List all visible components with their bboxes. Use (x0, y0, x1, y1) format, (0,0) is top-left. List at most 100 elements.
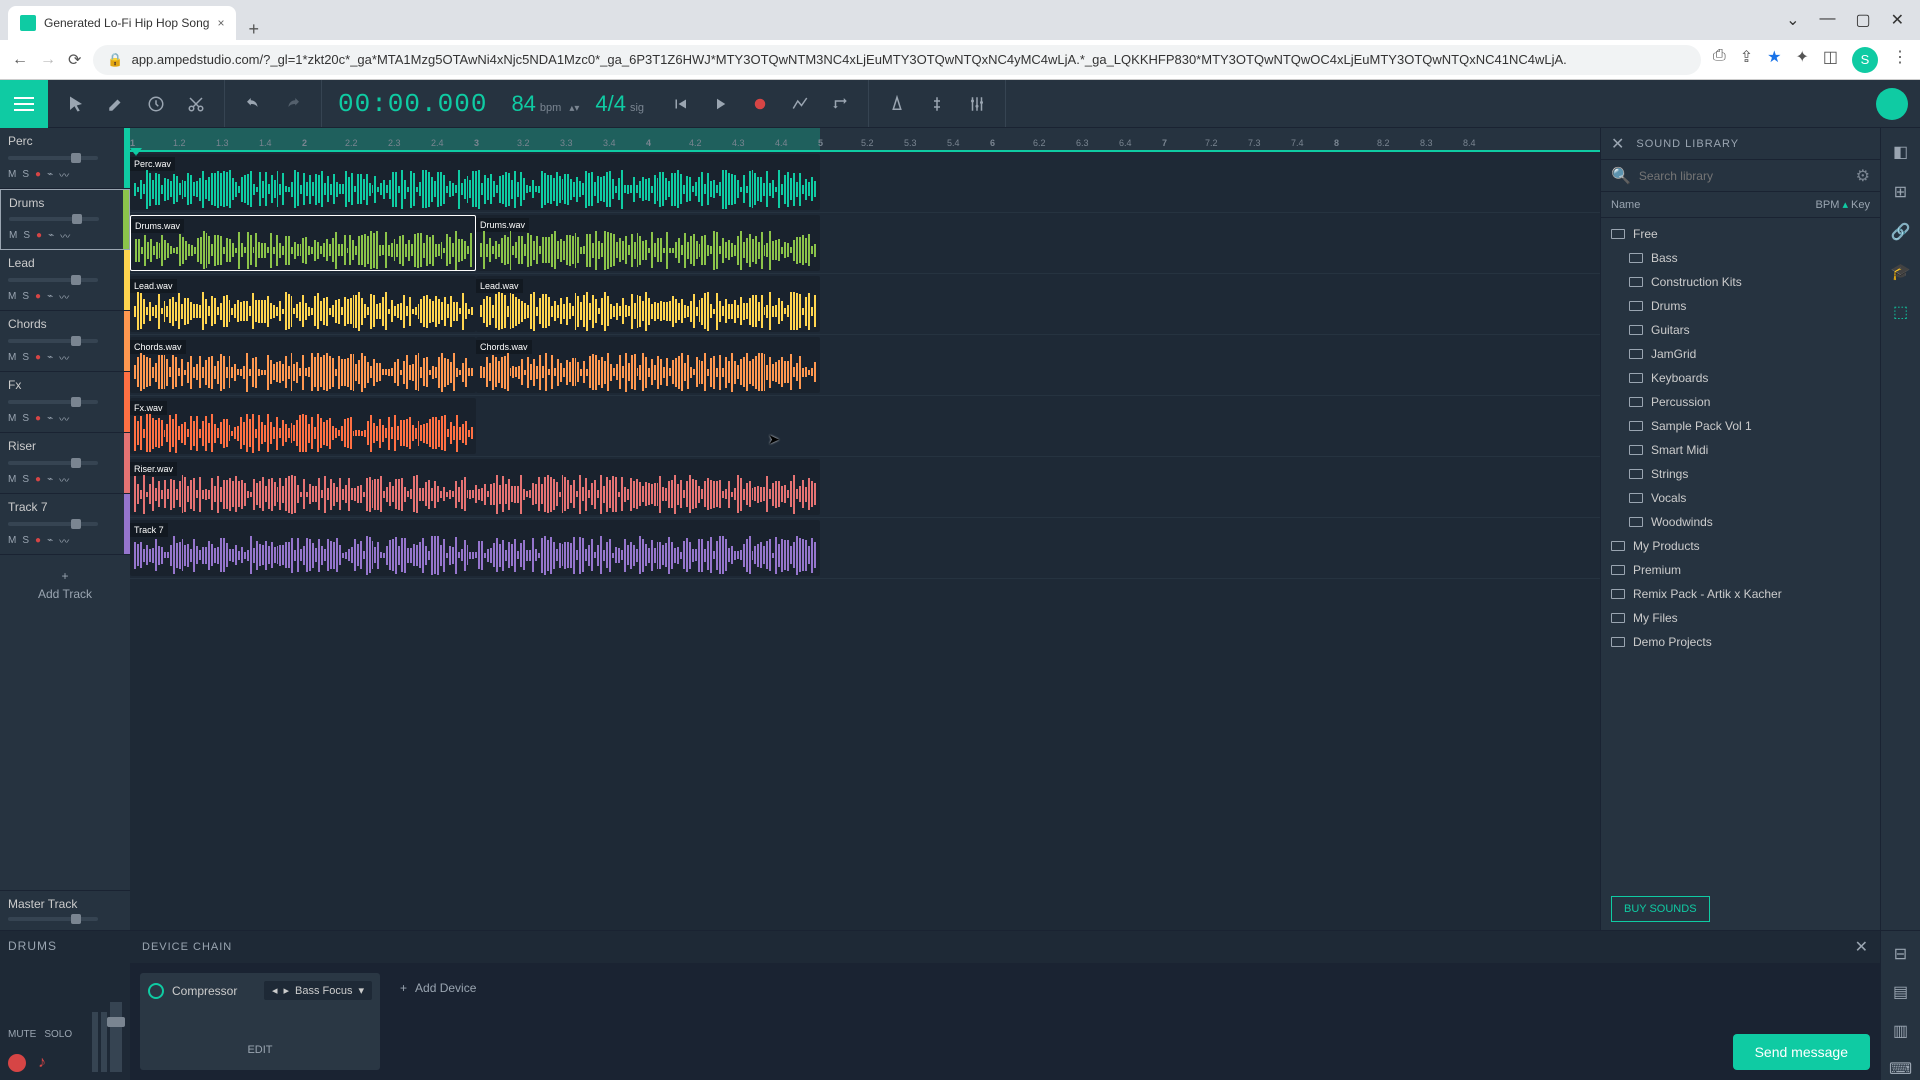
record-arm-icon[interactable]: ● (35, 413, 41, 424)
time-signature-display[interactable]: 4/4 sig (587, 91, 652, 117)
track-volume-slider[interactable] (8, 522, 98, 526)
device-preset-dropdown[interactable]: ◂ ▸ Bass Focus ▾ (264, 981, 372, 1000)
metronome-icon[interactable] (881, 88, 913, 120)
audio-clip[interactable]: Track 7 (130, 520, 820, 576)
audio-clip[interactable]: Lead.wav (130, 276, 476, 332)
volume-fader[interactable] (110, 1002, 122, 1072)
undo-button[interactable] (237, 88, 269, 120)
buy-sounds-button[interactable]: BUY SOUNDS (1611, 896, 1710, 922)
solo-button[interactable]: S (22, 413, 29, 424)
library-folder[interactable]: Bass (1601, 246, 1880, 270)
next-preset-icon[interactable]: ▸ (283, 984, 289, 997)
track-automation-icon[interactable]: 〰 (59, 167, 69, 182)
rail-library-icon[interactable]: ◧ (1889, 140, 1913, 164)
record-arm-icon[interactable]: ● (35, 474, 41, 485)
forward-icon[interactable]: → (40, 51, 56, 69)
automation-icon[interactable]: ⌁ (47, 535, 53, 546)
track-header[interactable]: Chords M S ● ⌁ 〰 (0, 311, 130, 372)
chevron-down-icon[interactable]: ▾ (358, 984, 364, 997)
track-volume-slider[interactable] (9, 217, 99, 221)
track-lane[interactable]: Riser.wav (130, 457, 1600, 518)
track-lane[interactable]: Drums.wavDrums.wav (130, 213, 1600, 274)
track-header[interactable]: Fx M S ● ⌁ 〰 (0, 372, 130, 433)
record-arm-icon[interactable]: ● (35, 169, 41, 180)
reload-icon[interactable]: ⟳ (68, 50, 81, 70)
rail-devices-icon[interactable]: ⊟ (1889, 943, 1913, 965)
mute-button[interactable]: M (8, 169, 16, 180)
library-folder[interactable]: Construction Kits (1601, 270, 1880, 294)
track-automation-icon[interactable]: 〰 (59, 472, 69, 487)
library-folder[interactable]: Sample Pack Vol 1 (1601, 414, 1880, 438)
library-folder[interactable]: Smart Midi (1601, 438, 1880, 462)
address-bar[interactable]: 🔒 app.ampedstudio.com/?_gl=1*zkt20c*_ga*… (93, 45, 1701, 75)
user-avatar[interactable] (1876, 88, 1908, 120)
library-folder[interactable]: Remix Pack - Artik x Kacher (1601, 582, 1880, 606)
record-arm-icon[interactable]: ● (35, 535, 41, 546)
track-lane[interactable]: Perc.wav (130, 152, 1600, 213)
audio-clip[interactable]: Perc.wav (130, 154, 820, 210)
mixer-icon[interactable] (961, 88, 993, 120)
solo-button[interactable]: S (22, 169, 29, 180)
automation-icon[interactable]: ⌁ (47, 474, 53, 485)
library-folder[interactable]: JamGrid (1601, 342, 1880, 366)
add-device-button[interactable]: + Add Device (392, 973, 484, 1003)
device-power-icon[interactable] (148, 983, 164, 999)
rail-editor-icon[interactable]: ▤ (1889, 981, 1913, 1003)
pencil-tool[interactable] (100, 88, 132, 120)
time-display[interactable]: 00:00.000 (322, 89, 503, 119)
add-track-button[interactable]: +Add Track (0, 555, 130, 615)
share-icon[interactable]: ⇪ (1740, 47, 1753, 73)
library-folder[interactable]: Percussion (1601, 390, 1880, 414)
library-folder[interactable]: Keyboards (1601, 366, 1880, 390)
master-volume-slider[interactable] (8, 917, 98, 921)
track-volume-slider[interactable] (8, 400, 98, 404)
library-folder[interactable]: Vocals (1601, 486, 1880, 510)
track-volume-slider[interactable] (8, 278, 98, 282)
play-button[interactable] (704, 88, 736, 120)
new-tab-button[interactable]: + (236, 19, 271, 40)
solo-button[interactable]: S (22, 474, 29, 485)
library-search-input[interactable] (1639, 169, 1848, 183)
library-folder[interactable]: Woodwinds (1601, 510, 1880, 534)
side-panel-icon[interactable]: ◫ (1823, 47, 1838, 73)
track-automation-icon[interactable]: 〰 (59, 289, 69, 304)
automation-icon[interactable]: ⌁ (47, 169, 53, 180)
bookmark-icon[interactable]: ★ (1767, 47, 1781, 73)
back-icon[interactable]: ← (12, 51, 28, 69)
track-automation-icon[interactable]: 〰 (59, 350, 69, 365)
send-message-button[interactable]: Send message (1733, 1034, 1870, 1070)
timeline-ruler[interactable]: 11.21.31.422.22.32.433.23.33.444.24.34.4… (130, 128, 1600, 152)
main-menu-button[interactable] (0, 80, 48, 128)
pointer-tool[interactable] (60, 88, 92, 120)
track-lane[interactable]: Fx.wav (130, 396, 1600, 457)
cut-tool[interactable] (180, 88, 212, 120)
translate-icon[interactable]: ⎙ (1713, 47, 1726, 73)
mute-button[interactable]: M (8, 535, 16, 546)
minimize-icon[interactable]: — (1819, 10, 1835, 30)
track-header[interactable]: Perc M S ● ⌁ 〰 (0, 128, 130, 189)
solo-button[interactable]: S (22, 291, 29, 302)
chevron-down-icon[interactable]: ⌄ (1786, 10, 1799, 30)
library-folder[interactable]: Strings (1601, 462, 1880, 486)
record-arm-icon[interactable]: ● (35, 291, 41, 302)
library-folder[interactable]: Drums (1601, 294, 1880, 318)
record-button[interactable] (744, 88, 776, 120)
audio-clip[interactable]: Drums.wav (476, 215, 820, 271)
track-volume-slider[interactable] (8, 461, 98, 465)
track-lane[interactable]: Chords.wavChords.wav (130, 335, 1600, 396)
library-folder[interactable]: My Files (1601, 606, 1880, 630)
audio-clip[interactable]: Chords.wav (476, 337, 820, 393)
rail-grid-icon[interactable]: ⊞ (1889, 180, 1913, 204)
device-compressor[interactable]: Compressor ◂ ▸ Bass Focus ▾ EDIT (140, 973, 380, 1070)
track-automation-icon[interactable]: 〰 (60, 228, 70, 243)
automation-icon[interactable]: ⌁ (48, 230, 54, 241)
time-tool[interactable] (140, 88, 172, 120)
track-header[interactable]: Track 7 M S ● ⌁ 〰 (0, 494, 130, 555)
automation-icon[interactable] (784, 88, 816, 120)
record-arm-icon[interactable] (8, 1054, 26, 1072)
close-library-button[interactable]: ✕ (1611, 134, 1624, 154)
library-folder[interactable]: Premium (1601, 558, 1880, 582)
automation-icon[interactable]: ⌁ (47, 291, 53, 302)
mute-button[interactable]: M (8, 474, 16, 485)
track-header[interactable]: Drums M S ● ⌁ 〰 (0, 189, 130, 250)
